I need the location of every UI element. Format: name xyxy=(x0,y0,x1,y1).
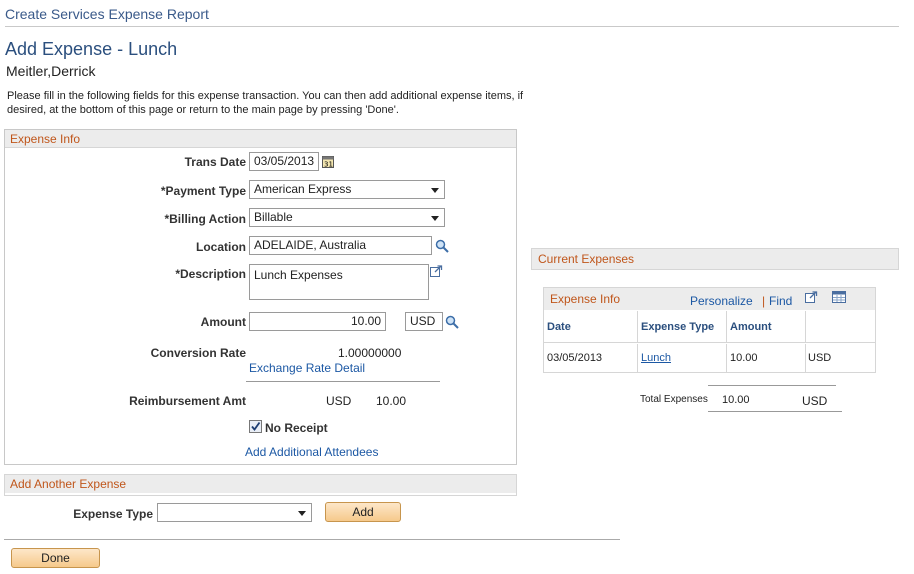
total-bottom-divider xyxy=(708,411,842,412)
instructions-text: Please fill in the following fields for … xyxy=(7,90,524,116)
chevron-down-icon xyxy=(298,511,306,516)
no-receipt-label: No Receipt xyxy=(265,421,328,435)
conversion-rate-value: 1.00000000 xyxy=(338,346,402,360)
view-all-icon[interactable] xyxy=(805,291,818,303)
billing-action-select[interactable]: Billable xyxy=(249,208,445,227)
conversion-rate-label: Conversion Rate xyxy=(150,346,246,360)
payment-type-label: *Payment Type xyxy=(160,184,246,198)
expenses-grid: Expense Info Personalize | Find Date Exp… xyxy=(543,287,876,373)
description-label: *Description xyxy=(175,267,246,281)
reimbursement-label: Reimbursement Amt xyxy=(129,394,246,408)
reimbursement-divider xyxy=(246,381,440,382)
amount-input[interactable]: 10.00 xyxy=(249,312,386,331)
current-expenses-title: Current Expenses xyxy=(538,252,635,266)
current-expenses-header: Current Expenses xyxy=(531,248,899,270)
grid-column-header-row: Date Expense Type Amount xyxy=(544,311,875,343)
column-header-date: Date xyxy=(547,321,571,333)
row-amount: 10.00 xyxy=(730,352,758,364)
grid-link-separator: | xyxy=(762,294,766,308)
add-button[interactable]: Add xyxy=(325,502,401,522)
trans-date-input[interactable]: 03/05/2013 xyxy=(249,152,319,171)
chevron-down-icon xyxy=(431,188,439,193)
header-divider xyxy=(5,26,899,27)
total-expenses-value: 10.00 xyxy=(722,394,750,406)
no-receipt-checkbox[interactable] xyxy=(249,420,262,433)
expenses-grid-title: Expense Info xyxy=(550,292,621,306)
currency-input[interactable]: USD xyxy=(405,312,443,331)
payment-type-select[interactable]: American Express xyxy=(249,180,445,199)
reimbursement-value: 10.00 xyxy=(376,394,407,408)
table-row: 03/05/2013 Lunch 10.00 USD xyxy=(544,344,875,372)
row-date: 03/05/2013 xyxy=(547,352,603,364)
employee-name: Meitler,Derrick xyxy=(6,63,96,79)
description-textarea[interactable]: Lunch Expenses xyxy=(249,264,429,300)
page-header: Create Services Expense Report xyxy=(5,6,209,22)
exchange-rate-detail-link[interactable]: Exchange Rate Detail xyxy=(249,361,365,375)
trans-date-label: Trans Date xyxy=(184,155,246,169)
add-another-expense-panel: Add Another Expense xyxy=(4,474,517,496)
personalize-link[interactable]: Personalize xyxy=(690,294,753,308)
billing-action-label: *Billing Action xyxy=(164,212,246,226)
expenses-grid-header: Expense Info Personalize | Find xyxy=(544,288,875,310)
svg-text:31: 31 xyxy=(324,161,333,169)
column-header-expense-type: Expense Type xyxy=(641,321,715,333)
row-expense-type-link[interactable]: Lunch xyxy=(641,352,671,364)
add-additional-attendees-link[interactable]: Add Additional Attendees xyxy=(245,445,378,459)
location-input[interactable]: ADELAIDE, Australia xyxy=(249,236,432,255)
payment-type-value: American Express xyxy=(254,182,352,196)
location-search-icon[interactable] xyxy=(435,239,449,253)
total-expenses-currency: USD xyxy=(802,394,828,408)
bottom-divider xyxy=(4,539,620,540)
page-title: Add Expense - Lunch xyxy=(5,39,178,59)
expense-info-section-title: Expense Info xyxy=(5,130,516,148)
expand-textarea-icon[interactable] xyxy=(430,265,443,277)
currency-search-icon[interactable] xyxy=(445,315,459,329)
download-grid-icon[interactable] xyxy=(832,291,846,303)
column-header-amount: Amount xyxy=(730,321,772,333)
reimbursement-currency: USD xyxy=(326,394,352,408)
find-link[interactable]: Find xyxy=(769,294,792,308)
expense-type-select[interactable] xyxy=(157,503,312,522)
total-top-divider xyxy=(708,385,836,386)
amount-label: Amount xyxy=(200,315,246,329)
chevron-down-icon xyxy=(431,216,439,221)
row-currency: USD xyxy=(808,352,832,364)
total-expenses-label: Total Expenses xyxy=(640,394,708,405)
add-another-expense-title: Add Another Expense xyxy=(5,475,516,493)
done-button[interactable]: Done xyxy=(11,548,100,568)
location-label: Location xyxy=(196,240,246,254)
billing-action-value: Billable xyxy=(254,210,293,224)
calendar-icon[interactable]: 31 xyxy=(322,155,334,169)
expense-type-label: Expense Type xyxy=(73,507,153,521)
